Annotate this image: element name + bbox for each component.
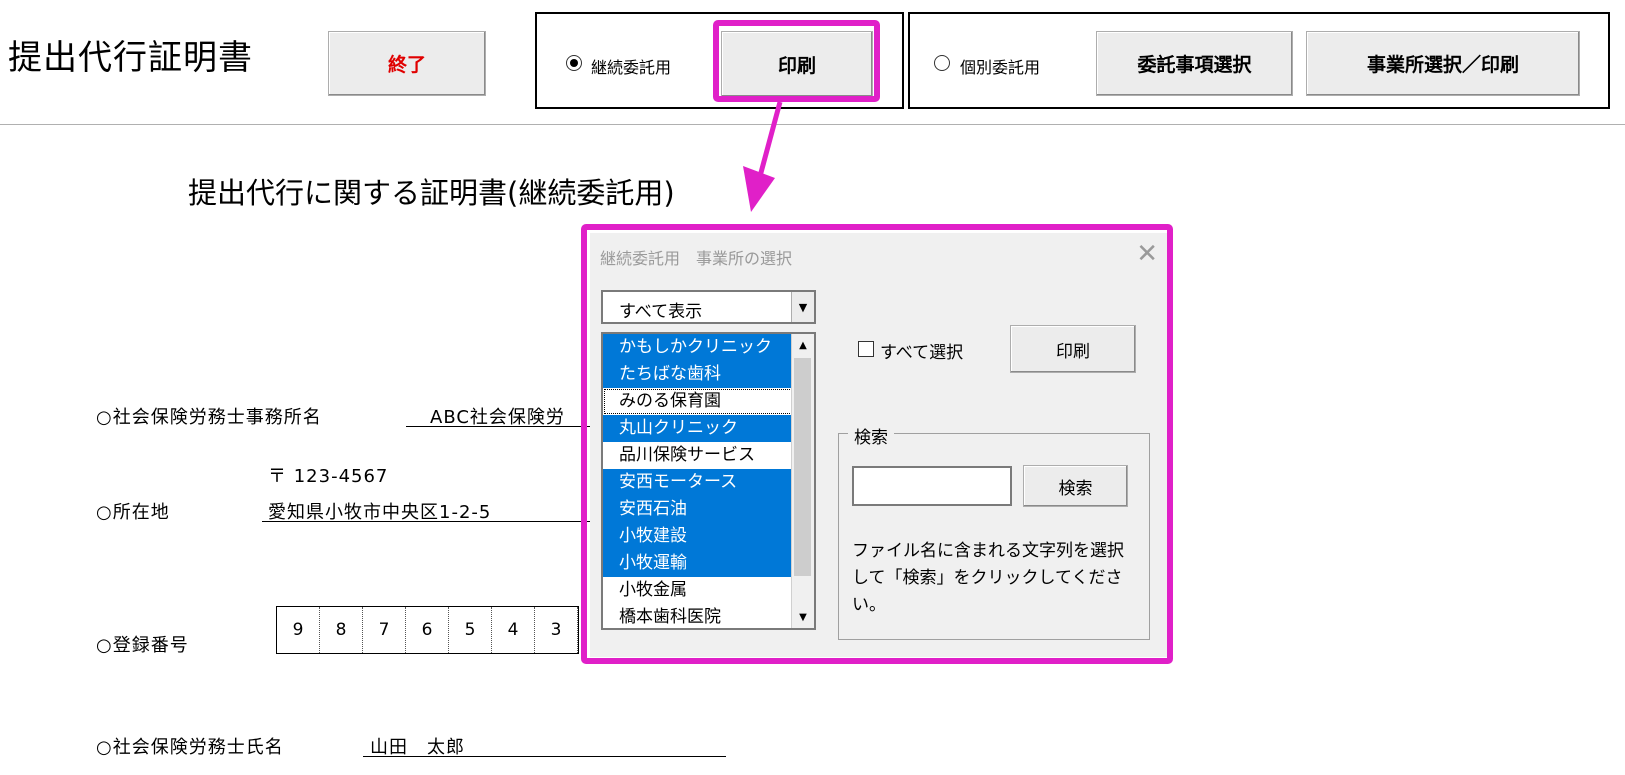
print-button-highlight (713, 20, 880, 102)
individual-radio-label: 個別委託用 (960, 58, 1041, 77)
registration-digit: 8 (320, 607, 363, 653)
select-items-button[interactable]: 委託事項選択 (1096, 31, 1293, 96)
dialog-highlight (581, 224, 1173, 664)
individual-radio[interactable] (934, 55, 950, 71)
registration-digit: 7 (363, 607, 406, 653)
address-underline (262, 521, 596, 522)
address-label: ○所在地 (96, 502, 170, 523)
registration-digit: 4 (492, 607, 535, 653)
registration-digit: 6 (406, 607, 449, 653)
document-title: 提出代行に関する証明書(継続委託用) (188, 176, 675, 210)
callout-arrow-icon (743, 101, 783, 212)
registration-digit: 9 (277, 607, 320, 653)
select-office-print-button[interactable]: 事業所選択／印刷 (1306, 31, 1580, 96)
exit-button[interactable]: 終了 (328, 31, 486, 96)
continuous-radio-label: 継続委託用 (591, 58, 672, 77)
continuous-radio[interactable] (566, 55, 582, 71)
sr-name-underline (363, 756, 726, 757)
office-name-label: ○社会保険労務士事務所名 (96, 407, 322, 428)
registration-digit: 5 (449, 607, 492, 653)
sr-name-label: ○社会保険労務士氏名 (96, 737, 284, 758)
header-divider (0, 124, 1625, 125)
page-title: 提出代行証明書 (8, 38, 253, 78)
office-name-underline (406, 426, 596, 427)
registration-label: ○登録番号 (96, 635, 189, 656)
registration-number-box: 9 8 7 6 5 4 3 (276, 606, 579, 654)
registration-digit: 3 (535, 607, 578, 653)
postal-code: 〒 123-4567 (268, 466, 389, 487)
